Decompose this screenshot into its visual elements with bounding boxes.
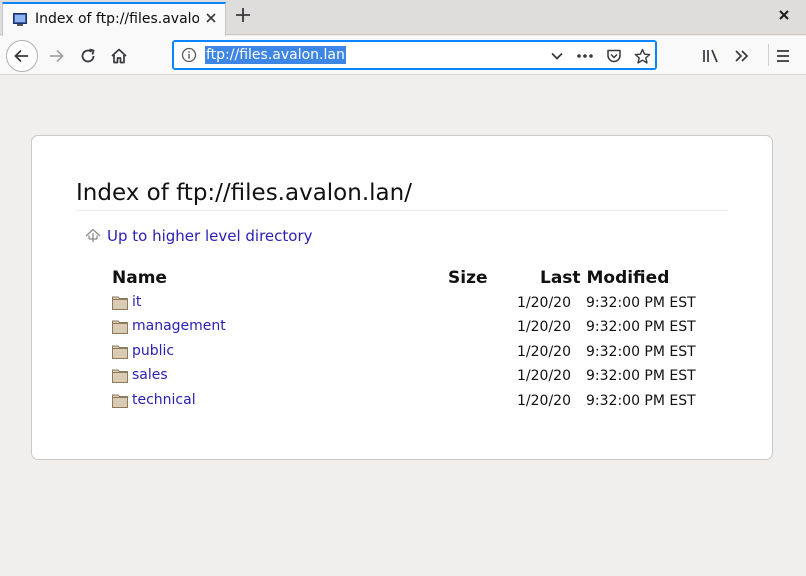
overflow-chevrons-icon[interactable] bbox=[732, 46, 752, 66]
row-time: 9:32:00 PM EST bbox=[586, 319, 696, 335]
row-name-link[interactable]: management bbox=[132, 318, 226, 334]
navigation-toolbar: ftp://files.avalon.lan bbox=[0, 36, 806, 75]
forward-arrow-icon[interactable] bbox=[40, 40, 72, 72]
table-row[interactable]: management 1/20/20 9:32:00 PM EST bbox=[112, 318, 712, 340]
tab-close-icon[interactable] bbox=[203, 11, 219, 27]
table-row[interactable]: technical 1/20/20 9:32:00 PM EST bbox=[112, 392, 712, 414]
row-date: 1/20/20 bbox=[517, 344, 571, 360]
table-row[interactable]: public 1/20/20 9:32:00 PM EST bbox=[112, 343, 712, 365]
tab-strip: Index of ftp://files.avalon.lan/ bbox=[0, 0, 806, 36]
favicon-icon bbox=[13, 12, 27, 26]
folder-icon bbox=[112, 344, 128, 359]
tab-active[interactable]: Index of ftp://files.avalon.lan/ bbox=[2, 2, 226, 36]
row-name-link[interactable]: sales bbox=[132, 367, 168, 383]
toolbar-separator bbox=[768, 44, 769, 66]
tab-title: Index of ftp://files.avalon.lan/ bbox=[35, 11, 199, 27]
table-row[interactable]: sales 1/20/20 9:32:00 PM EST bbox=[112, 367, 712, 389]
back-arrow-icon[interactable] bbox=[6, 40, 38, 72]
folder-icon bbox=[112, 319, 128, 334]
page-actions-icon[interactable] bbox=[576, 47, 594, 65]
up-directory-label[interactable]: Up to higher level directory bbox=[107, 227, 313, 245]
page-title: Index of ftp://files.avalon.lan/ bbox=[76, 180, 412, 206]
folder-icon bbox=[112, 368, 128, 383]
row-date: 1/20/20 bbox=[517, 393, 571, 409]
row-time: 9:32:00 PM EST bbox=[586, 368, 696, 384]
url-bar[interactable]: ftp://files.avalon.lan bbox=[172, 40, 657, 70]
column-header-size[interactable]: Size bbox=[448, 268, 488, 288]
folder-icon bbox=[112, 295, 128, 310]
row-time: 9:32:00 PM EST bbox=[586, 295, 696, 311]
url-input[interactable]: ftp://files.avalon.lan bbox=[205, 46, 346, 64]
table-row[interactable]: it 1/20/20 9:32:00 PM EST bbox=[112, 294, 712, 316]
row-date: 1/20/20 bbox=[517, 368, 571, 384]
pocket-icon[interactable] bbox=[605, 47, 623, 65]
dropdown-chevron-icon[interactable] bbox=[548, 47, 566, 65]
reload-icon[interactable] bbox=[72, 40, 104, 72]
directory-listing-card: Index of ftp://files.avalon.lan/ Up to h… bbox=[31, 135, 773, 460]
window-close-icon[interactable] bbox=[776, 9, 792, 25]
row-date: 1/20/20 bbox=[517, 295, 571, 311]
folder-icon bbox=[112, 393, 128, 408]
column-header-last-modified[interactable]: Last Modified bbox=[540, 268, 669, 288]
row-time: 9:32:00 PM EST bbox=[586, 344, 696, 360]
star-icon[interactable] bbox=[633, 47, 651, 65]
heading-divider bbox=[76, 210, 728, 211]
row-name-link[interactable]: technical bbox=[132, 392, 196, 408]
home-icon[interactable] bbox=[103, 40, 135, 72]
up-directory-link[interactable]: Up to higher level directory bbox=[84, 226, 313, 246]
info-icon[interactable] bbox=[181, 47, 197, 63]
row-time: 9:32:00 PM EST bbox=[586, 393, 696, 409]
up-directory-icon bbox=[84, 227, 102, 245]
row-name-link[interactable]: public bbox=[132, 343, 174, 359]
hamburger-menu-icon[interactable] bbox=[773, 46, 793, 66]
row-name-link[interactable]: it bbox=[132, 294, 141, 310]
library-icon[interactable] bbox=[701, 46, 721, 66]
plus-icon[interactable] bbox=[232, 5, 254, 29]
row-date: 1/20/20 bbox=[517, 319, 571, 335]
column-header-name[interactable]: Name bbox=[112, 268, 167, 288]
